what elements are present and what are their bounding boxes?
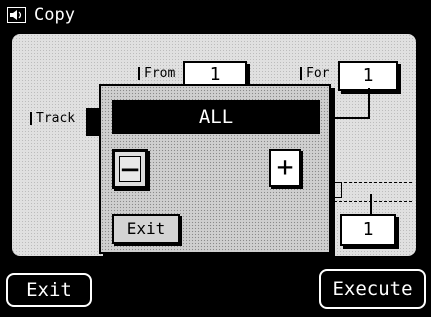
speaker-icon	[7, 7, 26, 23]
popup-exit-button[interactable]: Exit	[112, 214, 180, 244]
title-bar: Copy	[0, 0, 431, 30]
popup-display: ALL	[112, 100, 320, 134]
connector-line	[370, 194, 372, 214]
plus-icon: +	[276, 150, 294, 183]
track-select-popup: ALL − + Exit	[99, 84, 331, 254]
for-label: For	[300, 67, 329, 80]
connector-line	[330, 117, 370, 119]
connector-line	[368, 88, 370, 118]
execute-button[interactable]: Execute	[319, 269, 426, 309]
guide-marker	[334, 182, 342, 198]
dashed-guide	[334, 201, 412, 202]
track-selector-edge	[86, 108, 100, 136]
track-label: Track	[30, 112, 75, 125]
for-value-field[interactable]: 1	[338, 61, 398, 91]
lower-value-field[interactable]: 1	[340, 214, 396, 246]
minus-icon: −	[120, 150, 140, 188]
exit-button[interactable]: Exit	[6, 273, 92, 307]
copy-screen: Copy From 1 For 1 Track 1 ALL − + Exit E…	[0, 0, 431, 317]
increment-button[interactable]: +	[269, 149, 301, 187]
window-title: Copy	[34, 5, 75, 25]
from-label: From	[138, 67, 175, 80]
decrement-button[interactable]: −	[112, 149, 148, 189]
dashed-guide	[334, 182, 412, 183]
